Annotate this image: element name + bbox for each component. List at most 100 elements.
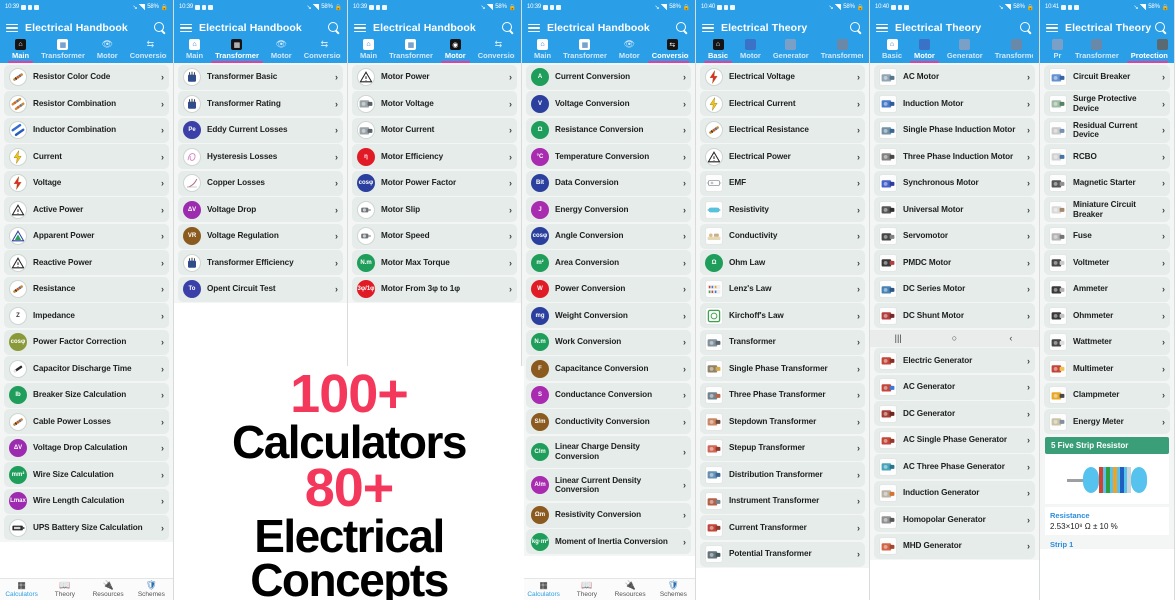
tab-pr[interactable]: Pr <box>1046 39 1069 63</box>
list-item[interactable]: RCBO › <box>1044 144 1170 169</box>
list-item[interactable]: Active Power › <box>4 197 169 222</box>
list-item[interactable]: F Capacitance Conversion › <box>526 356 691 381</box>
list-item[interactable]: Synchronous Motor › <box>874 170 1035 196</box>
tab-generator[interactable]: Generator <box>941 39 989 63</box>
tab-conversion[interactable]: ⇆ Conversion <box>298 39 341 63</box>
search-icon[interactable] <box>327 21 341 35</box>
menu-icon[interactable] <box>180 23 192 33</box>
list-item[interactable]: A Current Conversion › <box>526 64 691 90</box>
search-icon[interactable] <box>849 21 863 35</box>
list-item[interactable]: Ib Breaker Size Calculation › <box>4 382 169 408</box>
list-item[interactable]: Bit Data Conversion › <box>526 170 691 196</box>
search-icon[interactable] <box>501 21 515 35</box>
list-item[interactable]: Potential Transformer › <box>700 541 865 567</box>
menu-icon[interactable] <box>876 23 888 33</box>
list-item[interactable]: Transformer Rating › <box>178 91 343 116</box>
bottom-nav-calculators[interactable]: ▦Calculators <box>522 581 565 599</box>
tab-basic[interactable]: ⌂ Basic <box>876 39 908 63</box>
list-item[interactable]: UPS Battery Size Calculation › <box>4 515 169 540</box>
list-item[interactable]: η Motor Efficiency › <box>352 144 517 169</box>
system-nav-button[interactable]: ○ <box>926 333 982 343</box>
list-item[interactable]: Clampmeter › <box>1044 382 1170 408</box>
list-item[interactable]: To Opent Circuit Test › <box>178 276 343 302</box>
list-item[interactable]: Apparent Power › <box>4 223 169 249</box>
tab-transformer[interactable]: ▦ Transformer <box>35 39 91 63</box>
list-item[interactable]: Capacitor Discharge Time › <box>4 356 169 381</box>
list-item[interactable]: Voltage › <box>4 170 169 196</box>
menu-icon[interactable] <box>6 23 18 33</box>
tab-transformer[interactable]: Transformer <box>989 39 1033 63</box>
list-item[interactable]: Instrument Transformer › <box>700 488 865 514</box>
list-item[interactable]: Kirchoff's Law › <box>700 303 865 328</box>
list-item[interactable]: Miniature Circuit Breaker › <box>1044 197 1170 222</box>
list-item[interactable]: Electrical Power › <box>700 144 865 169</box>
list-item[interactable]: J Energy Conversion › <box>526 197 691 222</box>
list-item[interactable]: Single Phase Transformer › <box>700 356 865 381</box>
tab-transformer[interactable]: ▦ Transformer <box>383 39 439 63</box>
tab-main[interactable]: ⌂ Main <box>528 39 557 63</box>
list-item[interactable]: N.m Motor Max Torque › <box>352 250 517 275</box>
list-item[interactable]: Servomotor › <box>874 223 1035 249</box>
list-item[interactable]: Resistor Combination › <box>4 91 169 116</box>
tab-motor[interactable]: ◉ Motor <box>439 39 472 63</box>
list-item[interactable]: Stepdown Transformer › <box>700 409 865 434</box>
menu-icon[interactable] <box>702 23 714 33</box>
list-item[interactable]: Resistivity › <box>700 197 865 222</box>
list-item[interactable]: AC Single Phase Generator › <box>874 427 1035 453</box>
list-item[interactable]: AC Three Phase Generator › <box>874 454 1035 479</box>
system-nav-button[interactable]: ‹ <box>983 333 1039 343</box>
list-item[interactable]: Lenz's Law › <box>700 276 865 302</box>
tab-main[interactable]: ⌂ Main <box>180 39 209 63</box>
tab-motor[interactable]: 👁 Motor <box>265 39 298 63</box>
list-item[interactable]: Three Phase Induction Motor › <box>874 144 1035 169</box>
list-item[interactable]: DC Generator › <box>874 401 1035 426</box>
tab-transformer[interactable]: Transformer <box>1069 39 1125 63</box>
list-item[interactable]: DC Shunt Motor › <box>874 303 1035 328</box>
system-nav-button[interactable]: ||| <box>870 333 926 343</box>
list-item[interactable]: Electrical Resistance › <box>700 117 865 143</box>
list-item[interactable]: Motor Current › <box>352 117 517 143</box>
list-item[interactable]: Three Phase Transformer › <box>700 382 865 408</box>
tab-main[interactable]: ⌂ Main <box>354 39 383 63</box>
list-item[interactable]: MHD Generator › <box>874 533 1035 559</box>
list-item[interactable]: Motor Slip › <box>352 197 517 222</box>
tab-transformer[interactable]: Transformer <box>815 39 863 63</box>
list-item[interactable]: AC Motor › <box>874 64 1035 90</box>
tab-transformer[interactable]: ▦ Transformer <box>557 39 613 63</box>
tab-generator[interactable]: Generator <box>767 39 815 63</box>
list-item[interactable]: Induction Generator › <box>874 480 1035 506</box>
list-item[interactable]: Ωm Resistivity Conversion › <box>526 502 691 528</box>
bottom-nav-resources[interactable]: 🔌Resources <box>87 581 130 599</box>
list-item[interactable]: Distribution Transformer › <box>700 462 865 487</box>
list-item[interactable]: Hysteresis Losses › <box>178 144 343 169</box>
list-item[interactable]: Electric Generator › <box>874 348 1035 373</box>
list-item[interactable]: S/m Conductivity Conversion › <box>526 409 691 434</box>
search-icon[interactable] <box>675 21 689 35</box>
list-item[interactable]: Z Impedance › <box>4 303 169 328</box>
list-item[interactable]: Ammeter › <box>1044 276 1170 302</box>
list-item[interactable]: N.m Work Conversion › <box>526 329 691 355</box>
menu-icon[interactable] <box>528 23 540 33</box>
list-item[interactable]: C/m Linear Charge Density Conversion › <box>526 435 691 468</box>
list-item[interactable]: mm² Wire Size Calculation › <box>4 462 169 487</box>
tab-protection-device[interactable]: Protection Device <box>1125 39 1168 63</box>
bottom-nav-theory[interactable]: 📖Theory <box>43 581 86 599</box>
list-item[interactable]: Motor Power › <box>352 64 517 90</box>
list-item[interactable]: Pe Eddy Current Losses › <box>178 117 343 143</box>
list-item[interactable]: Lmax Wire Length Calculation › <box>4 488 169 514</box>
tab-conversion[interactable]: ⇆ Conversion <box>472 39 515 63</box>
list-item[interactable]: 3φ/1φ Motor From 3φ to 1φ › <box>352 276 517 302</box>
list-item[interactable]: Conductivity › <box>700 223 865 249</box>
list-item[interactable]: Transformer Efficiency › <box>178 250 343 275</box>
list-item[interactable]: mg Weight Conversion › <box>526 303 691 328</box>
list-item[interactable]: Inductor Combination › <box>4 117 169 143</box>
list-item[interactable]: Single Phase Induction Motor › <box>874 117 1035 143</box>
list-item[interactable]: Electrical Current › <box>700 91 865 116</box>
list-item[interactable]: Wattmeter › <box>1044 329 1170 355</box>
bottom-nav-schemes[interactable]: 🛡Schemes <box>652 581 695 599</box>
list-item[interactable]: S Conductance Conversion › <box>526 382 691 408</box>
list-item[interactable]: Ω Resistance Conversion › <box>526 117 691 143</box>
search-icon[interactable] <box>1154 21 1168 35</box>
list-item[interactable]: Magnetic Starter › <box>1044 170 1170 196</box>
list-item[interactable]: ΔV Voltage Drop Calculation › <box>4 435 169 461</box>
